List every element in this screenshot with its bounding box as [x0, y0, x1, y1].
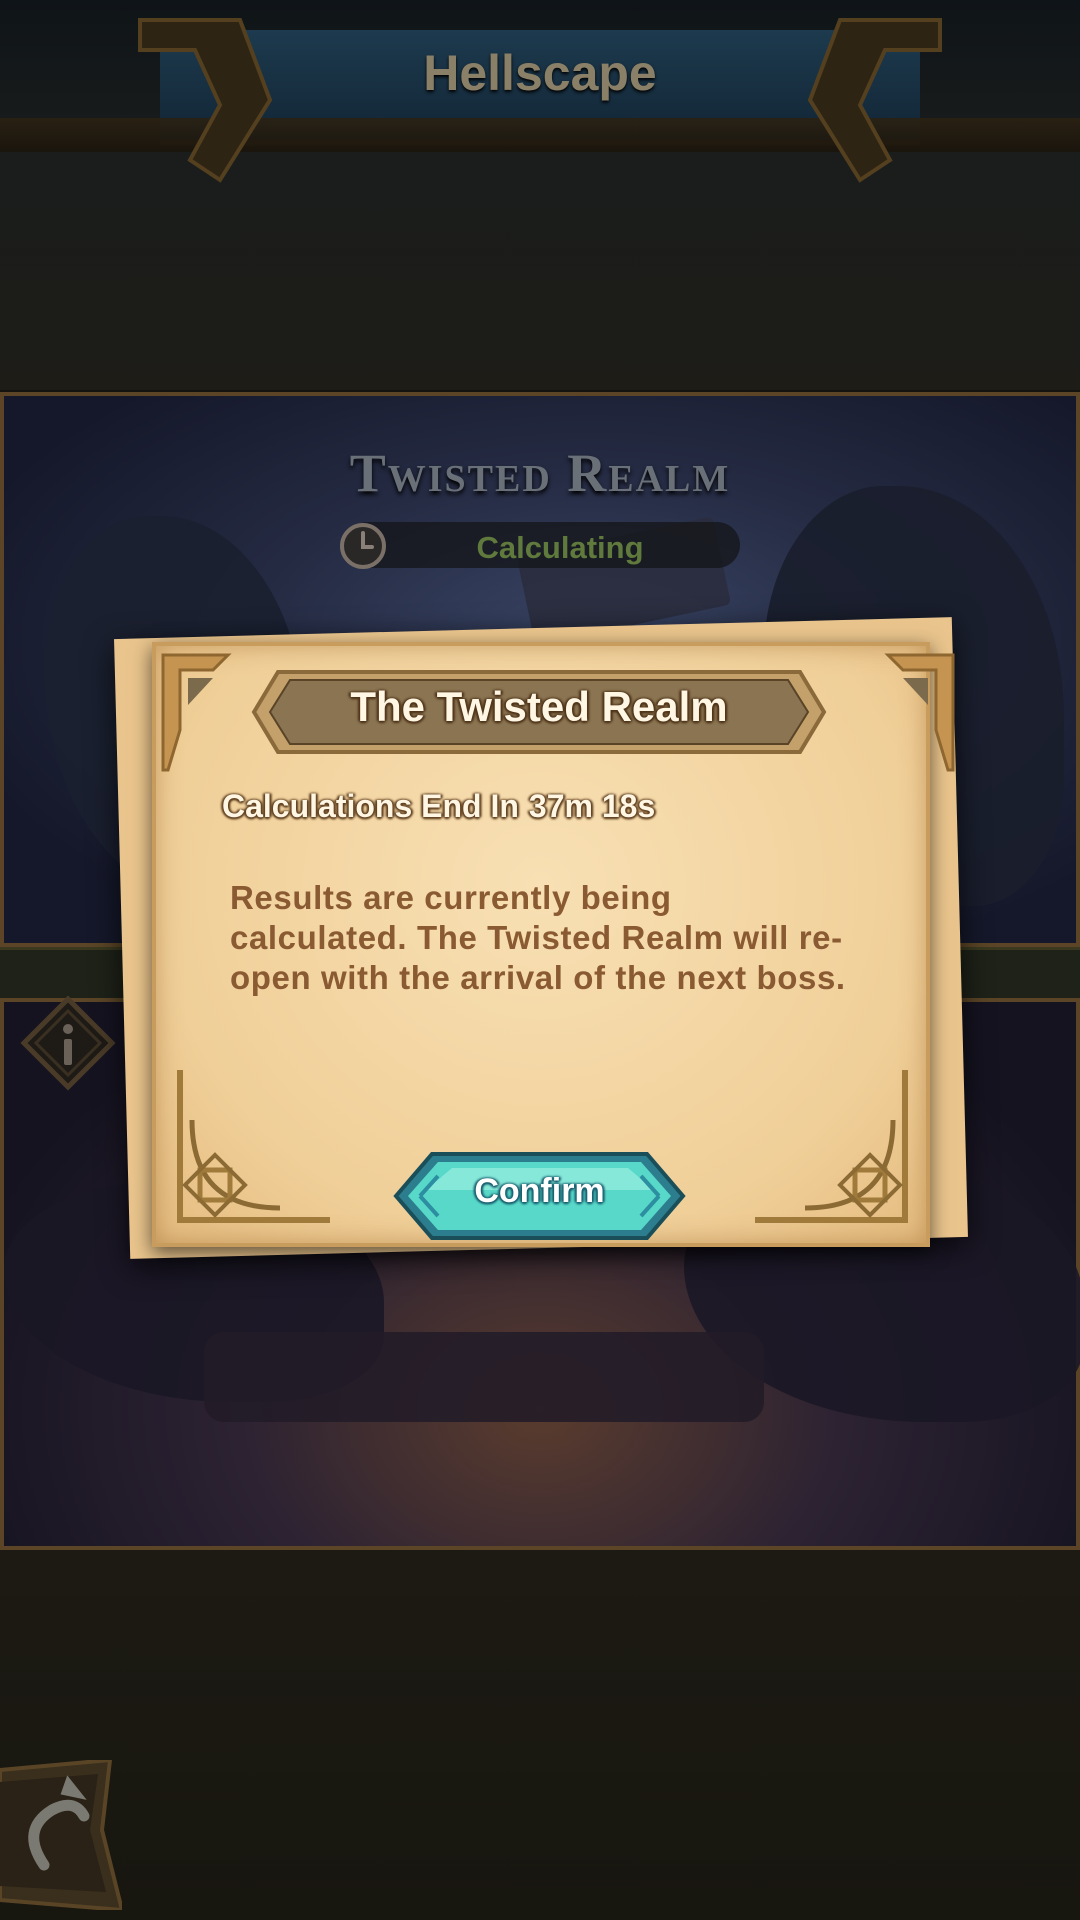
- rock-bridge-scenery: [204, 1332, 764, 1422]
- corner-ornament-icon: [161, 653, 232, 772]
- event-status: Calculating: [476, 530, 644, 565]
- top-header: Hellscape: [0, 0, 1080, 390]
- countdown-row: Calculations End In 37m 18s: [222, 788, 665, 828]
- clock-icon: [340, 523, 386, 569]
- dialog-title: The Twisted Realm: [350, 683, 728, 730]
- event-title: Twisted Realm: [349, 443, 731, 503]
- bottom-area: [0, 1550, 1080, 1920]
- page-title: Hellscape: [423, 45, 657, 101]
- countdown-value: 37m 18s: [528, 788, 656, 824]
- back-button[interactable]: [0, 1760, 122, 1910]
- corner-knot-icon: [755, 1070, 908, 1223]
- corner-ornament-icon: [884, 653, 955, 772]
- corner-knot-icon: [177, 1070, 330, 1223]
- info-icon[interactable]: [20, 995, 116, 1091]
- countdown-label: Calculations End In: [222, 788, 519, 824]
- confirm-button[interactable]: [392, 1150, 687, 1242]
- dialog-message: Results are currently being calculated. …: [230, 879, 846, 996]
